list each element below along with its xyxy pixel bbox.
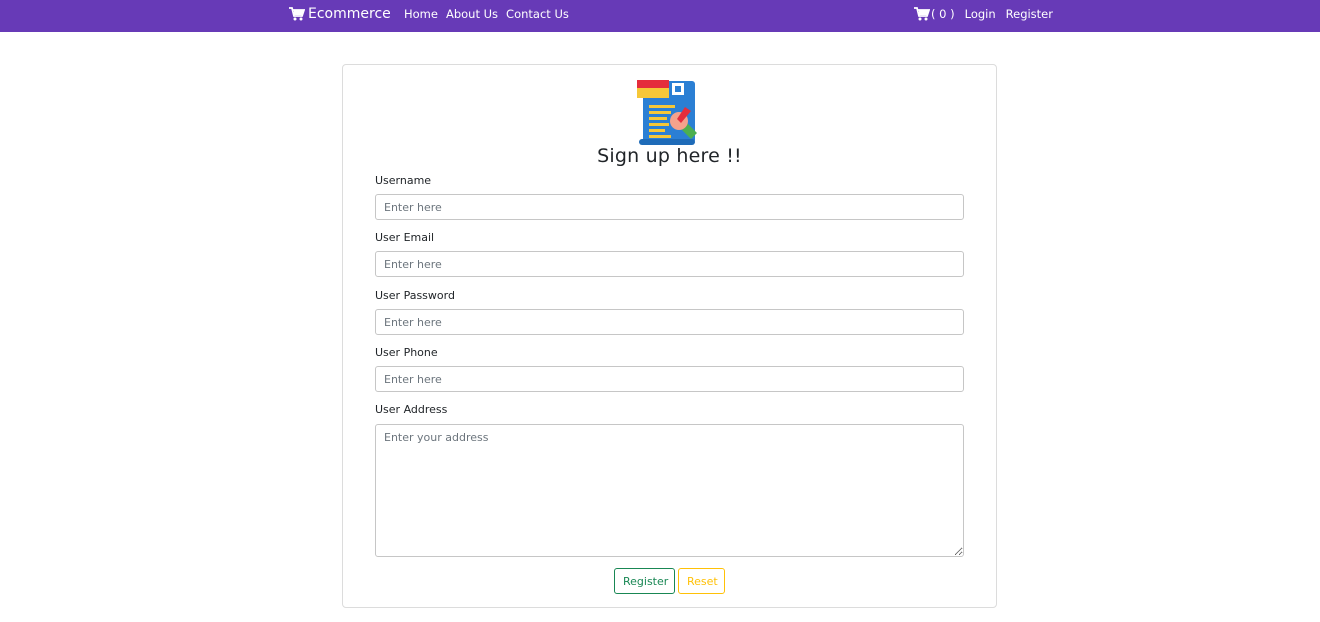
- address-label: User Address: [375, 403, 448, 416]
- top-navbar: Ecommerce Home About Us Contact Us ( 0 )…: [0, 0, 1320, 32]
- brand-link[interactable]: Ecommerce: [289, 0, 391, 28]
- phone-label: User Phone: [375, 346, 438, 359]
- main-nav: Home About Us Contact Us: [404, 0, 569, 28]
- cart-icon: [289, 7, 305, 21]
- username-label: Username: [375, 174, 432, 187]
- nav-about-link[interactable]: About Us: [446, 7, 498, 21]
- nav-home-link[interactable]: Home: [404, 7, 438, 21]
- phone-input[interactable]: [375, 366, 964, 392]
- email-label: User Email: [375, 231, 435, 244]
- reset-button[interactable]: Reset: [678, 568, 725, 594]
- brand-name: Ecommerce: [308, 6, 391, 22]
- username-input[interactable]: [375, 194, 964, 220]
- password-input[interactable]: [375, 309, 964, 335]
- signup-card: Sign up here !! Username User Email User…: [342, 64, 997, 608]
- nav-contact-link[interactable]: Contact Us: [506, 7, 569, 21]
- cart-link[interactable]: ( 0 ): [914, 7, 955, 21]
- cart-count: ( 0 ): [931, 7, 955, 21]
- signup-form-icon: [635, 79, 703, 147]
- page-title: Sign up here !!: [597, 145, 742, 167]
- address-textarea[interactable]: [375, 424, 964, 557]
- password-label: User Password: [375, 289, 455, 302]
- cart-icon: [914, 7, 930, 21]
- login-link[interactable]: Login: [965, 7, 996, 21]
- register-button[interactable]: Register: [614, 568, 675, 594]
- user-nav: ( 0 ) Login Register: [914, 0, 1053, 28]
- register-link[interactable]: Register: [1006, 7, 1053, 21]
- email-input[interactable]: [375, 251, 964, 277]
